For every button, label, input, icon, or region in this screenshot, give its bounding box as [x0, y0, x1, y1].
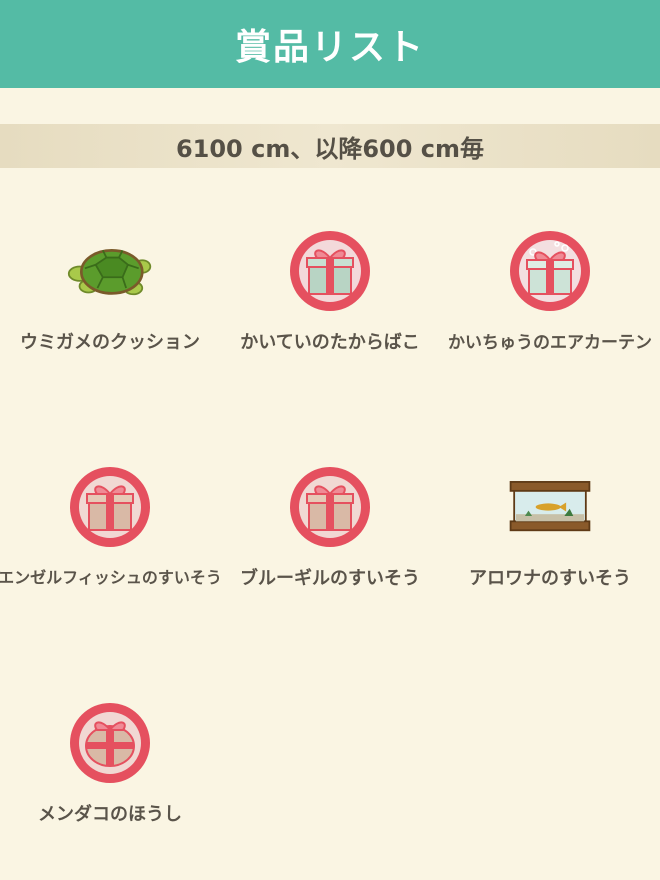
distance-band: 6100 cm、以降600 cm毎	[0, 124, 660, 168]
prize-label: ブルーギルのすいそう	[240, 568, 420, 589]
prize-item[interactable]: メンダコのほうし	[0, 700, 220, 840]
prize-item[interactable]: アロワナのすいそう	[440, 464, 660, 604]
prize-label: メンダコのほうし	[38, 804, 182, 825]
aquarium-icon	[507, 464, 593, 550]
distance-text: 6100 cm、以降600 cm毎	[175, 134, 485, 163]
gift-icon	[67, 700, 153, 786]
gift-icon	[67, 464, 153, 550]
page-title: 賞品リスト	[234, 27, 425, 68]
prize-item[interactable]: かいちゅうのエアカーテン	[440, 228, 660, 368]
prize-item[interactable]: ブルーギルのすいそう	[220, 464, 440, 604]
prize-label: アロワナのすいそう	[469, 568, 631, 589]
turtle-cushion-icon	[67, 228, 153, 314]
prize-item[interactable]: ウミガメのクッション	[0, 228, 220, 368]
gift-icon	[507, 228, 593, 314]
prize-item[interactable]: エンゼルフィッシュのすいそう	[0, 464, 222, 604]
prize-label: かいちゅうのエアカーテン	[448, 333, 652, 353]
prize-item[interactable]: かいていのたからばこ	[220, 228, 440, 368]
header: 賞品リスト	[0, 0, 660, 88]
prize-label: エンゼルフィッシュのすいそう	[0, 568, 222, 587]
prize-label: かいていのたからばこ	[240, 332, 420, 353]
prize-label: ウミガメのクッション	[20, 332, 200, 353]
gift-icon	[287, 464, 373, 550]
gift-icon	[287, 228, 373, 314]
